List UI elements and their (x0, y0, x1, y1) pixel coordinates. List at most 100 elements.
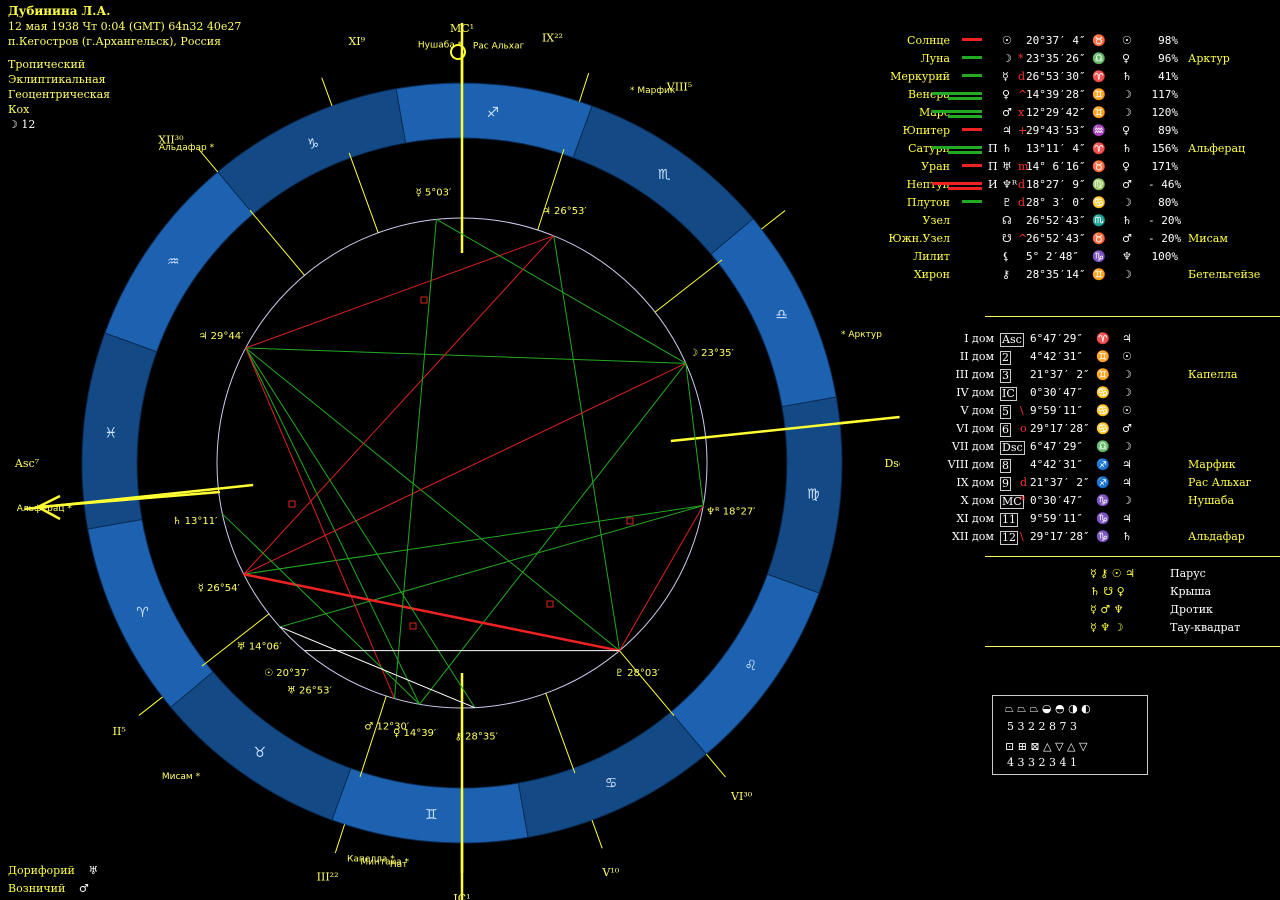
configuration-name: Парус (1170, 567, 1206, 580)
house-mark: \ (1020, 404, 1024, 417)
house-row[interactable]: III дом 3 21°37′ 2″ ♊ ☽ Капелла (870, 366, 1270, 384)
planet-name: Венера (907, 88, 950, 101)
sign-icon: ♒ (1092, 124, 1106, 137)
house-name: II дом (959, 350, 994, 363)
zodiac-sign-icon: ♑ (307, 137, 320, 153)
planet-degree: 12°29′42″ (1026, 106, 1086, 119)
planet-icon: ♅ (1002, 160, 1012, 173)
summary-row2-values: 4 3 3 2 3 4 1 (1007, 756, 1077, 769)
house-row[interactable]: X дом MC * 0°30′47″ ♑ ☽ Нушаба (870, 492, 1270, 510)
house-row[interactable]: II дом 2 4°42′31″ ♊ ☉ (870, 348, 1270, 366)
fixed-star-label: Рас Альхаг (473, 42, 525, 52)
ruler-icon: ☽ (1122, 494, 1132, 507)
green-strength-bar (948, 151, 982, 154)
ruler-icon: ♃ (1122, 458, 1132, 471)
planet-icon: ☽ (1002, 52, 1012, 65)
house-cusp-line (249, 209, 305, 276)
house-degree: 0°30′47″ (1030, 386, 1083, 399)
planet-row[interactable]: Уран П ♅ m 14° 6′16″ ♉ ♀ 171% (870, 158, 1270, 176)
sign-icon: ♋ (1096, 404, 1110, 417)
planet-row[interactable]: Лилит ⚸ 5° 2′48″ ♑ ♆ 100% (870, 248, 1270, 266)
zodiac-sign-icon: ♈ (136, 605, 149, 621)
aspect-marker (420, 296, 428, 304)
planet-degree: 28°35′14″ (1026, 268, 1086, 281)
planet-row[interactable]: Южн.Узел ☋ ^ 26°52′43″ ♉ ♂ - 20% Мисам (870, 230, 1270, 248)
planet-icon: ☉ (1002, 34, 1012, 47)
house-cusp-label: MC¹ (450, 22, 474, 35)
ruler-icon: ♄ (1122, 530, 1132, 543)
aspect-marker (546, 600, 554, 608)
ruler-icon: ♀ (1122, 160, 1131, 173)
house-row[interactable]: XII дом 12 \ 29°17′28″ ♑ ♄ Альдафар (870, 528, 1270, 546)
house-row[interactable]: I дом Asc 6°47′29″ ♈ ♃ (870, 330, 1270, 348)
house-row[interactable]: V дом 5 \ 9°59′11″ ♋ ☉ (870, 402, 1270, 420)
planet-strength: 117% (1151, 88, 1179, 101)
ruler-icon: ☉ (1122, 34, 1132, 47)
house-cusp-icon: IC (1000, 387, 1017, 401)
planet-row[interactable]: Сатурн П ♄ 13°11′ 4″ ♈ ♄ 156% Альферац (870, 140, 1270, 158)
planet-row[interactable]: Хирон ⚷ 28°35′14″ ♊ ☽ Бетельгейзе (870, 266, 1270, 284)
fixed-star: Мисам (1188, 232, 1228, 245)
aspect-line (245, 347, 620, 652)
aspect-line (436, 218, 687, 364)
sign-icon: ♑ (1096, 494, 1110, 507)
planet-row[interactable]: Узел ☊ 26°52′43″ ♏ ♄ - 20% (870, 212, 1270, 230)
green-strength-bar (948, 97, 982, 100)
person-name: Дубинина Л.А. (8, 4, 111, 18)
configuration-row[interactable]: ☿ ⚷ ☉ ♃ Парус (1090, 567, 1270, 585)
planet-degree: 26°52′43″ (1026, 214, 1086, 227)
house-cusp-icon: 11 (1000, 513, 1018, 527)
sign-icon: ♎ (1092, 52, 1106, 65)
planet-degree: 28° 3′ 0″ (1026, 196, 1086, 209)
sign-icon: ♊ (1092, 268, 1106, 281)
planet-row[interactable]: Нептун И ♆ᴿ d 18°27′ 9″ ♍ ♂ - 46% (870, 176, 1270, 194)
configuration-icons: ♄ ☋ ♀ (1090, 585, 1125, 598)
planet-position-label: ♇ 28°03′ (615, 668, 661, 679)
planet-row[interactable]: Меркурий ☿ d 26°53′30″ ♈ ♄ 41% (870, 68, 1270, 86)
ruler-icon: ♄ (1122, 214, 1132, 227)
ruler-icon: ♃ (1122, 476, 1132, 489)
planet-mark: * (1018, 52, 1024, 65)
sign-icon: ♑ (1092, 250, 1106, 263)
planet-name: Лилит (913, 250, 950, 263)
planet-row[interactable]: Луна ☽ * 23°35′26″ ♎ ♀ 96% Арктур (870, 50, 1270, 68)
ruler-icon: ♃ (1122, 512, 1132, 525)
planet-degree: 26°53′30″ (1026, 70, 1086, 83)
center-type: Геоцентрическая (8, 88, 111, 101)
footer-star-2: Возничий ♂ (8, 882, 89, 895)
house-row[interactable]: VI дом 6 o 29°17′28″ ♋ ♂ (870, 420, 1270, 438)
house-row[interactable]: XI дом 11 9°59′11″ ♑ ♃ (870, 510, 1270, 528)
house-name: IX дом (956, 476, 994, 489)
house-cusp-label: VI³⁰ (730, 790, 753, 803)
house-row[interactable]: VIII дом 8 4°42′31″ ♐ ♃ Марфик (870, 456, 1270, 474)
planet-name: Нептун (906, 178, 950, 191)
ruler-icon: ♀ (1122, 52, 1131, 65)
house-row[interactable]: VII дом Dsc 6°47′29″ ♎ ☽ (870, 438, 1270, 456)
uranus-icon: ♅ (88, 864, 99, 877)
ruler-icon: ☽ (1122, 440, 1132, 453)
planet-position-label: ♃ 26°53′ (542, 206, 588, 217)
zodiac-sector (331, 767, 529, 844)
planet-degree: 14°39′28″ (1026, 88, 1086, 101)
planet-row[interactable]: Солнце ☉ 20°37′ 4″ ♉ ☉ 98% (870, 32, 1270, 50)
planet-row[interactable]: Юпитер ♃ +29°43′53″ ♒ ♀ 89% (870, 122, 1270, 140)
planet-strength: - 46% (1148, 178, 1182, 191)
house-degree: 21°37′ 2″ (1030, 476, 1090, 489)
house-name: I дом (964, 332, 994, 345)
house-row[interactable]: IV дом IC 0°30′47″ ♋ ☽ (870, 384, 1270, 402)
house-cusp-icon: 2 (1000, 351, 1011, 365)
footer-star-label: Возничий (8, 882, 66, 895)
sign-icon: ♈ (1096, 332, 1110, 345)
planet-icon: ☋ (1002, 232, 1012, 245)
planet-row[interactable]: Марс ♂ x12°29′42″ ♊ ☽ 120% (870, 104, 1270, 122)
configuration-name: Тау-квадрат (1170, 621, 1241, 634)
house-row[interactable]: IX дом 9 d 21°37′ 2″ ♐ ♃ Рас Альхаг (870, 474, 1270, 492)
configuration-row[interactable]: ♄ ☋ ♀ Крыша (1090, 585, 1270, 603)
planet-row[interactable]: Венера ♀ ^ 14°39′28″ ♊ ☽ 117% (870, 86, 1270, 104)
moon-phase: ☽ 12 (8, 118, 36, 131)
house-name: VIII дом (947, 458, 994, 471)
planet-row[interactable]: Плутон ♇ d 28° 3′ 0″ ♋ ☽ 80% (870, 194, 1270, 212)
configuration-row[interactable]: ☿ ♂ ♆ Дротик (1090, 603, 1270, 621)
planet-degree: 5° 2′48″ (1026, 250, 1079, 263)
configuration-row[interactable]: ☿ ♆ ☽ Тау-квадрат (1090, 621, 1270, 639)
